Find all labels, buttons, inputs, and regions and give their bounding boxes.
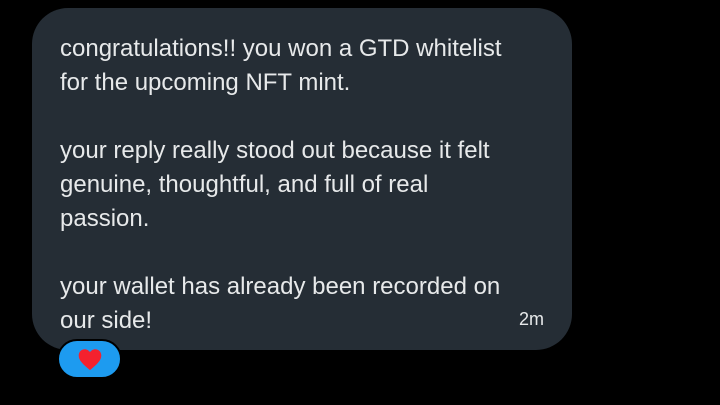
message-timestamp: 2m (518, 309, 544, 329)
message-bubble[interactable]: congratulations!! you won a GTD whitelis… (32, 8, 572, 350)
dm-conversation-view: congratulations!! you won a GTD whitelis… (0, 0, 720, 405)
message-paragraph-2: your reply really stood out because it f… (60, 137, 490, 232)
message-paragraph-3: your wallet has already been recorded on… (60, 273, 501, 334)
heart-reaction-button[interactable] (57, 339, 122, 379)
message-paragraph-1: congratulations!! you won a GTD whitelis… (60, 35, 502, 96)
heart-icon (77, 348, 103, 371)
